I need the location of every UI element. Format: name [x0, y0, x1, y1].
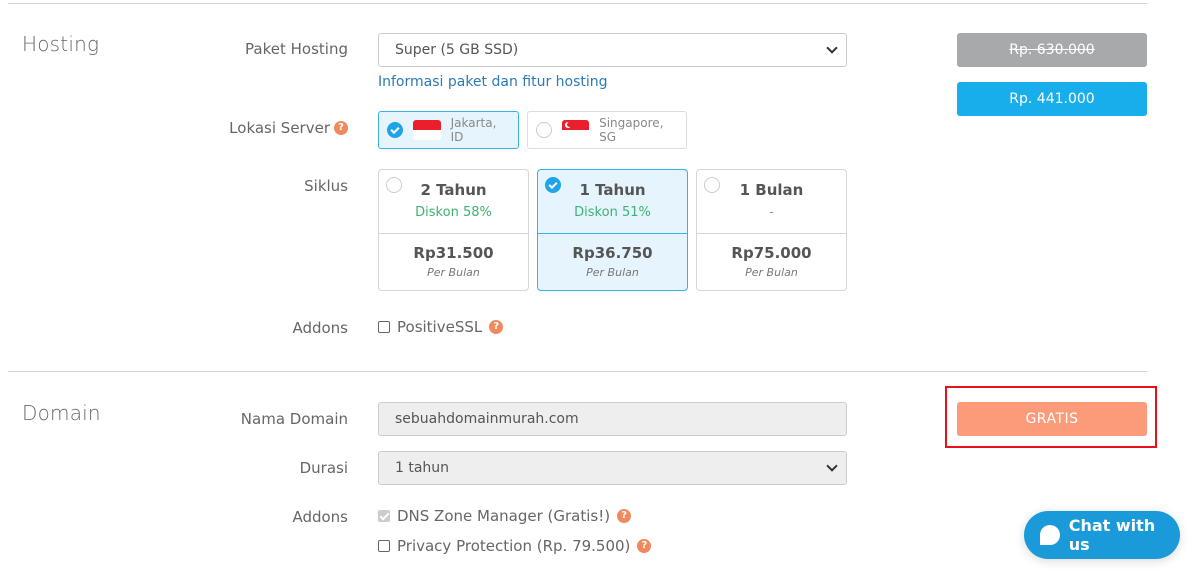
cycle-label-text: Siklus [304, 177, 348, 195]
question-circle-icon[interactable]: ? [637, 539, 652, 553]
server-option-name: Singapore, SG [599, 116, 664, 144]
hosting-addons-label: Addons [292, 319, 348, 337]
package-label: Paket Hosting [245, 40, 348, 58]
radio-unchecked-icon [536, 122, 552, 138]
cycle-label: Siklus [304, 177, 348, 195]
question-circle-icon[interactable]: ? [334, 121, 348, 135]
cycle-option-1-bulan[interactable]: 1 Bulan - Rp75.000 Per Bulan [696, 169, 847, 291]
chevron-down-icon [826, 460, 838, 472]
domain-name-value: sebuahdomainmurah.com [395, 411, 579, 427]
addon-dns-zone-manager: DNS Zone Manager (Gratis!) ? [378, 507, 632, 525]
cycle-per: Per Bulan [586, 266, 639, 279]
cycle-discount: Diskon 58% [415, 205, 492, 220]
radio-checked-icon [387, 122, 403, 138]
cycle-price: Rp36.750 [572, 244, 653, 262]
radio-unchecked-icon [704, 177, 720, 193]
chat-with-us-button[interactable]: Chat with us [1024, 511, 1180, 559]
duration-label: Durasi [300, 459, 348, 477]
flag-singapore-icon [562, 120, 590, 140]
question-circle-icon[interactable]: ? [617, 509, 632, 523]
server-location-label-text: Lokasi Server [229, 119, 330, 137]
cycle-discount: - [769, 205, 774, 220]
flag-indonesia-icon [413, 120, 441, 140]
radio-checked-icon [545, 177, 561, 193]
domain-addons-label-text: Addons [292, 508, 348, 526]
section-divider [8, 371, 1147, 372]
cycle-price: Rp75.000 [731, 244, 812, 262]
chat-bubble-icon [1040, 525, 1060, 545]
domain-name-label-text: Nama Domain [240, 410, 348, 428]
cycle-option-2-tahun[interactable]: 2 Tahun Diskon 58% Rp31.500 Per Bulan [378, 169, 529, 291]
package-label-text: Paket Hosting [245, 40, 348, 58]
dns-zone-checkbox [378, 510, 390, 522]
hosting-addons-label-text: Addons [292, 319, 348, 337]
domain-addons-label: Addons [292, 508, 348, 526]
privacy-protection-checkbox[interactable] [378, 540, 390, 552]
duration-label-text: Durasi [299, 459, 348, 477]
cycle-per: Per Bulan [427, 266, 480, 279]
package-select[interactable]: Super (5 GB SSD) [378, 33, 847, 67]
addon-label: Privacy Protection (Rp. 79.500) [397, 537, 631, 555]
addon-privacy-protection[interactable]: Privacy Protection (Rp. 79.500) ? [378, 537, 652, 555]
domain-section-title: Domain [22, 401, 101, 425]
server-option-name: Jakarta, ID [450, 116, 497, 144]
package-info-link[interactable]: Informasi paket dan fitur hosting [378, 74, 608, 90]
domain-name-label: Nama Domain [241, 410, 348, 428]
addon-label: PositiveSSL [397, 318, 483, 336]
hosting-price-final: Rp. 441.000 [957, 82, 1147, 116]
cycle-option-1-tahun[interactable]: 1 Tahun Diskon 51% Rp36.750 Per Bulan [537, 169, 688, 291]
cycle-discount: Diskon 51% [574, 205, 651, 220]
duration-select[interactable]: 1 tahun [378, 451, 847, 485]
chevron-down-icon [826, 42, 838, 54]
question-circle-icon[interactable]: ? [489, 320, 504, 334]
duration-select-value: 1 tahun [395, 460, 450, 476]
top-divider [8, 3, 1147, 4]
cycle-per: Per Bulan [745, 266, 798, 279]
package-select-value: Super (5 GB SSD) [395, 42, 519, 58]
addon-label: DNS Zone Manager (Gratis!) [397, 507, 611, 525]
domain-name-input[interactable]: sebuahdomainmurah.com [378, 402, 847, 436]
cycle-price: Rp31.500 [413, 244, 494, 262]
hosting-price-original: Rp. 630.000 [957, 33, 1147, 67]
radio-unchecked-icon [386, 177, 402, 193]
addon-positivessl[interactable]: PositiveSSL ? [378, 318, 504, 336]
chat-button-label: Chat with us [1068, 516, 1156, 554]
server-location-label: Lokasi Server ? [229, 119, 348, 137]
positivessl-checkbox[interactable] [378, 321, 390, 333]
server-option-singapore[interactable]: Singapore, SG [527, 111, 687, 149]
highlight-annotation-box [945, 386, 1157, 448]
server-option-jakarta[interactable]: Jakarta, ID [378, 111, 519, 149]
hosting-section-title: Hosting [22, 32, 100, 56]
